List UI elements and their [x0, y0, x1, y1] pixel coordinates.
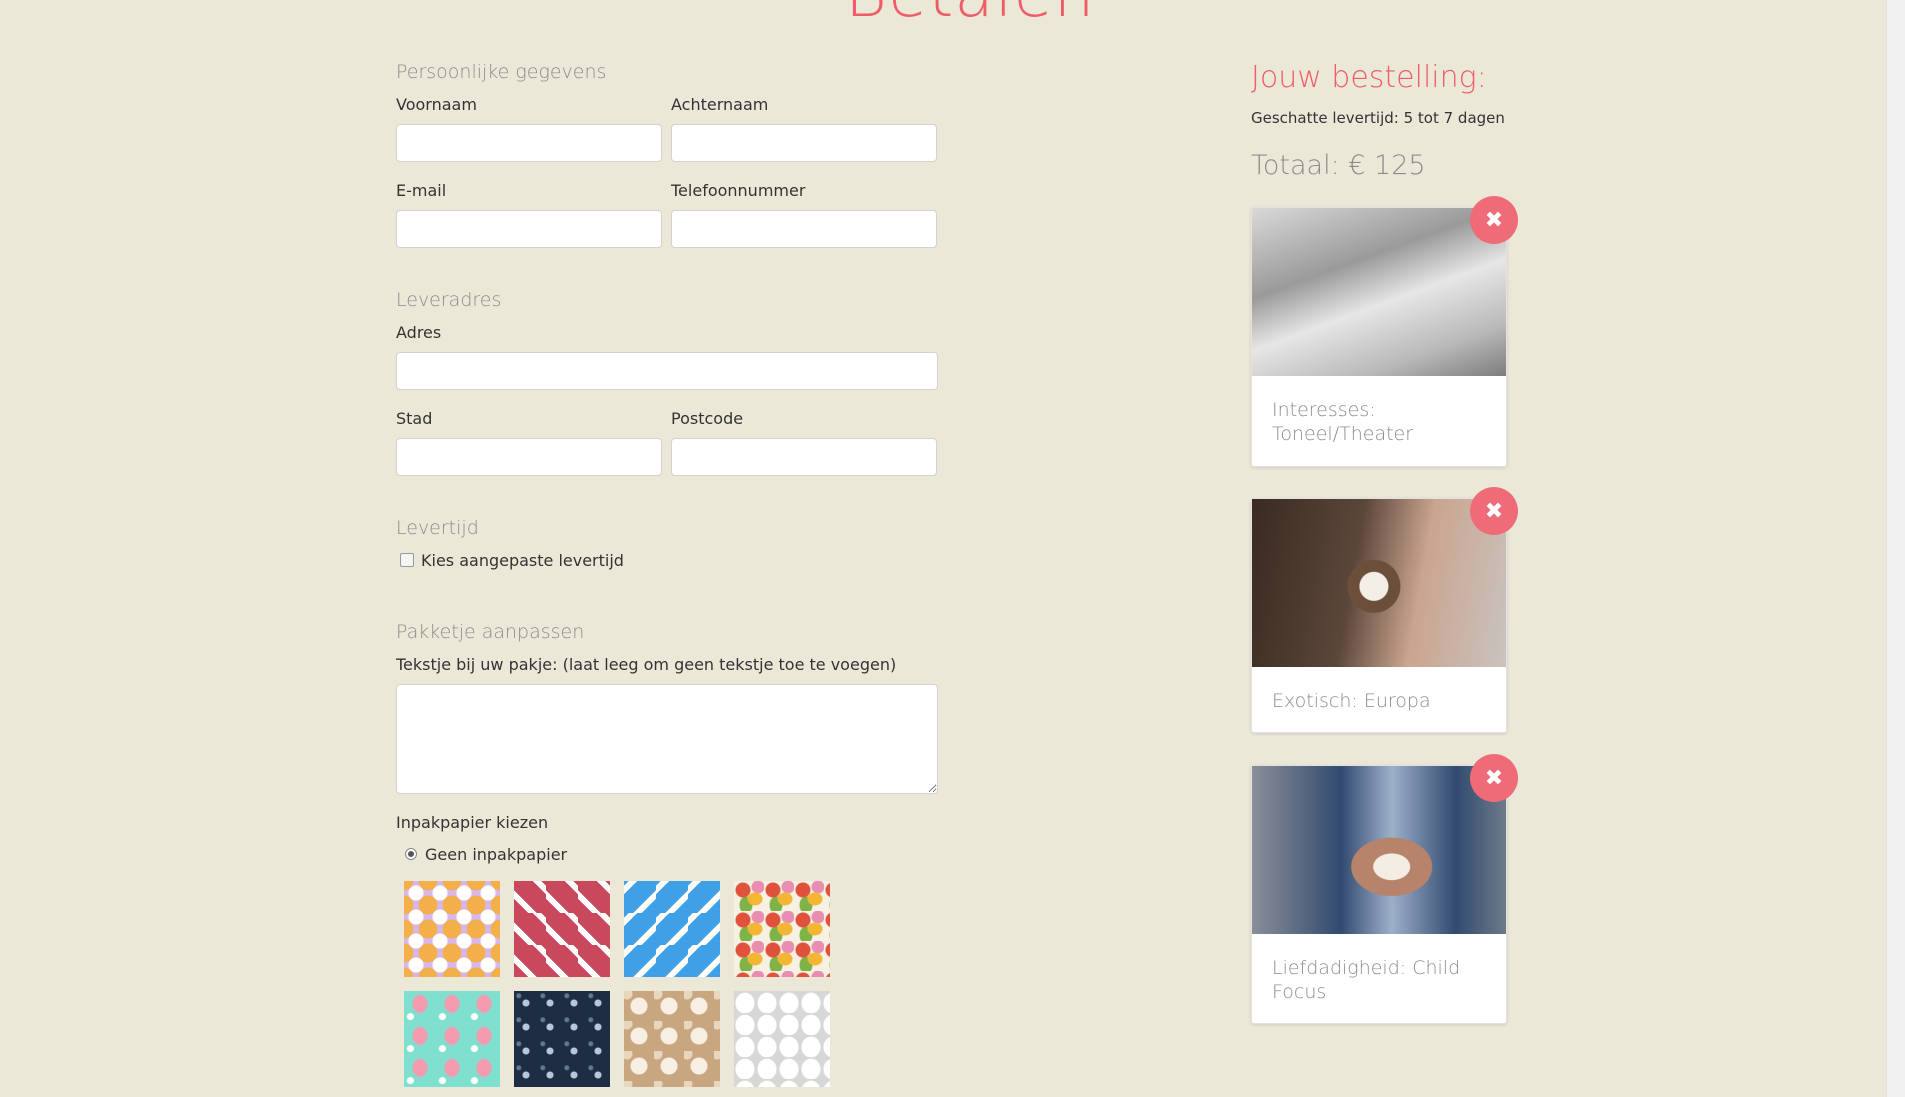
wrapping-swatch-clouds[interactable] [734, 991, 830, 1087]
wrapping-swatch-flamingo[interactable] [404, 991, 500, 1087]
package-heading: Pakketje aanpassen [396, 621, 585, 643]
lastname-input[interactable] [671, 124, 937, 162]
remove-item-button[interactable]: ✖ [1470, 754, 1518, 802]
order-item-image [1252, 766, 1506, 934]
no-wrapping-label[interactable]: Geen inpakpapier [425, 845, 567, 864]
firstname-input[interactable] [396, 124, 662, 162]
delivery-heading: Levertijd [396, 517, 479, 539]
close-icon: ✖ [1484, 207, 1504, 233]
order-item-card: Interesses: Toneel/Theater [1251, 207, 1507, 467]
email-input[interactable] [396, 210, 662, 248]
order-item-label: Liefdadigheid: Child Focus [1272, 957, 1461, 1003]
page-scrollbar[interactable] [1886, 0, 1905, 1097]
order-title: Jouw bestelling: [1251, 60, 1487, 95]
message-textarea[interactable] [396, 684, 938, 794]
wrapping-swatch-stars[interactable] [624, 991, 720, 1087]
postcode-input[interactable] [671, 438, 937, 476]
order-item-card: Liefdadigheid: Child Focus [1251, 765, 1507, 1024]
order-item-card: Exotisch: Europa [1251, 498, 1507, 733]
custom-delivery-label[interactable]: Kies aangepaste levertijd [421, 551, 624, 570]
order-item-label: Exotisch: Europa [1272, 690, 1431, 712]
address-input[interactable] [396, 352, 938, 390]
postcode-label: Postcode [671, 409, 744, 428]
address-label: Adres [396, 323, 442, 342]
close-icon: ✖ [1484, 765, 1504, 791]
personal-heading: Persoonlijke gegevens [396, 61, 607, 83]
order-item-image [1252, 208, 1506, 376]
wrapping-label: Inpakpapier kiezen [396, 813, 549, 832]
order-total: Totaal: € 125 [1251, 150, 1426, 181]
message-label: Tekstje bij uw pakje: (laat leeg om geen… [396, 655, 897, 674]
order-item-label: Interesses: Toneel/Theater [1272, 399, 1414, 445]
city-label: Stad [396, 409, 433, 428]
email-label: E-mail [396, 181, 447, 200]
order-item-image [1252, 499, 1506, 667]
city-input[interactable] [396, 438, 662, 476]
remove-item-button[interactable]: ✖ [1470, 487, 1518, 535]
close-icon: ✖ [1484, 498, 1504, 524]
wrapping-swatch-animals[interactable] [404, 881, 500, 977]
no-wrapping-radio[interactable] [405, 848, 417, 860]
custom-delivery-checkbox[interactable] [400, 553, 414, 567]
wrapping-swatch-red-zigzag[interactable] [514, 881, 610, 977]
wrapping-swatch-snowflakes[interactable] [514, 991, 610, 1087]
phone-label: Telefoonnummer [671, 181, 806, 200]
firstname-label: Voornaam [396, 95, 477, 114]
address-heading: Leveradres [396, 289, 502, 311]
remove-item-button[interactable]: ✖ [1470, 196, 1518, 244]
wrapping-swatch-blue-zigzag[interactable] [624, 881, 720, 977]
page-title: Betalen [845, 0, 1095, 32]
phone-input[interactable] [671, 210, 937, 248]
wrapping-swatch-leaves[interactable] [734, 881, 830, 977]
delivery-estimate: Geschatte levertijd: 5 tot 7 dagen [1251, 109, 1505, 127]
lastname-label: Achternaam [671, 95, 769, 114]
